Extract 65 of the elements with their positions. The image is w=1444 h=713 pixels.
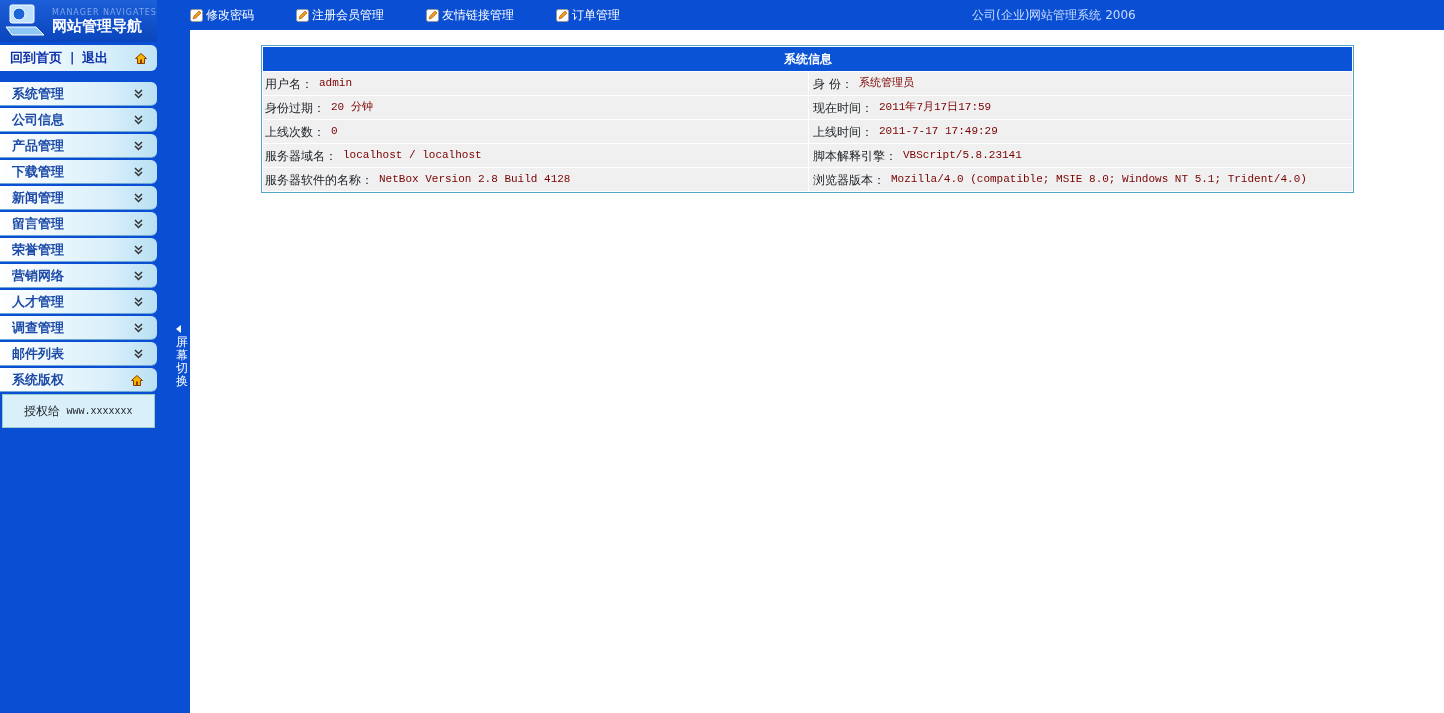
field-value: 20 分钟 <box>331 100 373 116</box>
chevron-down-icon <box>134 297 143 308</box>
nav-link[interactable]: 回到首页 <box>10 48 62 68</box>
field-value: 系统管理员 <box>858 76 914 92</box>
top-link[interactable]: 友情链接管理 <box>426 6 514 24</box>
chevron-down-icon <box>134 271 143 282</box>
sidebar-item[interactable]: 新闻管理 <box>0 186 157 210</box>
field-value: NetBox Version 2.8 Build 4128 <box>379 172 571 188</box>
sidebar-item[interactable]: 公司信息 <box>0 108 157 132</box>
chevron-down-icon <box>134 89 143 100</box>
chevron-down-icon <box>134 245 143 256</box>
sidebar-item[interactable]: 下载管理 <box>0 160 157 184</box>
sidebar-item[interactable]: 荣誉管理 <box>0 238 157 262</box>
top-link[interactable]: 修改密码 <box>190 6 254 24</box>
logo-title: 网站管理导航 <box>52 18 143 34</box>
table-title: 系统信息 <box>263 47 1352 71</box>
field-label: 服务器软件的名称： <box>265 171 373 189</box>
field-label: 浏览器版本： <box>813 171 885 189</box>
license-value: www.xxxxxxx <box>66 404 133 419</box>
chevron-down-icon <box>134 219 143 230</box>
system-name: 公司(企业)网站管理系统 2006 <box>972 7 1136 24</box>
sidebar-item[interactable]: 邮件列表 <box>0 342 157 366</box>
field-label: 身 份： <box>813 75 853 93</box>
sidebar-item[interactable]: 留言管理 <box>0 212 157 236</box>
nav-link[interactable]: 退出 <box>82 48 109 68</box>
home-icon <box>135 53 147 64</box>
separator: | <box>70 50 75 67</box>
sidebar-item[interactable]: 人才管理 <box>0 290 157 314</box>
top-link[interactable]: 注册会员管理 <box>296 6 384 24</box>
chevron-down-icon <box>134 115 143 126</box>
field-label: 现在时间： <box>813 99 873 117</box>
logo-subtitle: MANAGER NAVIGATES <box>52 8 157 17</box>
sidebar-item[interactable]: 调查管理 <box>0 316 157 340</box>
sidebar-item[interactable]: 营销网络 <box>0 264 157 288</box>
field-label: 服务器域名： <box>265 147 337 165</box>
sidebar-item[interactable]: 系统版权 <box>0 368 157 392</box>
chevron-down-icon <box>134 349 143 360</box>
sidebar-item[interactable]: 产品管理 <box>0 134 157 158</box>
license-label: 授权给 <box>24 403 61 420</box>
sidebar-item[interactable]: 系统管理 <box>0 82 157 106</box>
edit-icon <box>556 8 569 22</box>
field-value: localhost / localhost <box>343 148 482 164</box>
chevron-down-icon <box>134 167 143 178</box>
home-icon <box>131 374 143 386</box>
screen-toggle[interactable]: 屏幕切换 <box>176 324 188 389</box>
screen-toggle-label: 屏幕切换 <box>176 335 188 389</box>
chevron-down-icon <box>134 141 143 152</box>
field-value: 2011年7月17日17:59 <box>879 100 992 116</box>
field-label: 上线次数： <box>265 123 325 141</box>
field-value: admin <box>319 76 352 92</box>
chevron-down-icon <box>134 193 143 204</box>
edit-icon <box>190 8 203 22</box>
field-value: 2011-7-17 17:49:29 <box>879 124 998 140</box>
field-label: 身份过期： <box>265 99 325 117</box>
chevron-down-icon <box>134 323 143 334</box>
field-value: VBScript/5.8.23141 <box>903 148 1022 164</box>
edit-icon <box>296 8 309 22</box>
field-label: 上线时间： <box>813 123 873 141</box>
field-label: 脚本解释引擎： <box>813 147 897 165</box>
edit-icon <box>426 8 439 22</box>
field-value: 0 <box>331 124 338 140</box>
field-value: Mozilla/4.0 (compatible; MSIE 8.0; Windows NT 5.1; Trident/4.0) <box>891 172 1307 188</box>
top-link[interactable]: 订单管理 <box>556 6 620 24</box>
triangle-left-icon <box>176 324 181 333</box>
field-label: 用户名： <box>265 75 313 93</box>
